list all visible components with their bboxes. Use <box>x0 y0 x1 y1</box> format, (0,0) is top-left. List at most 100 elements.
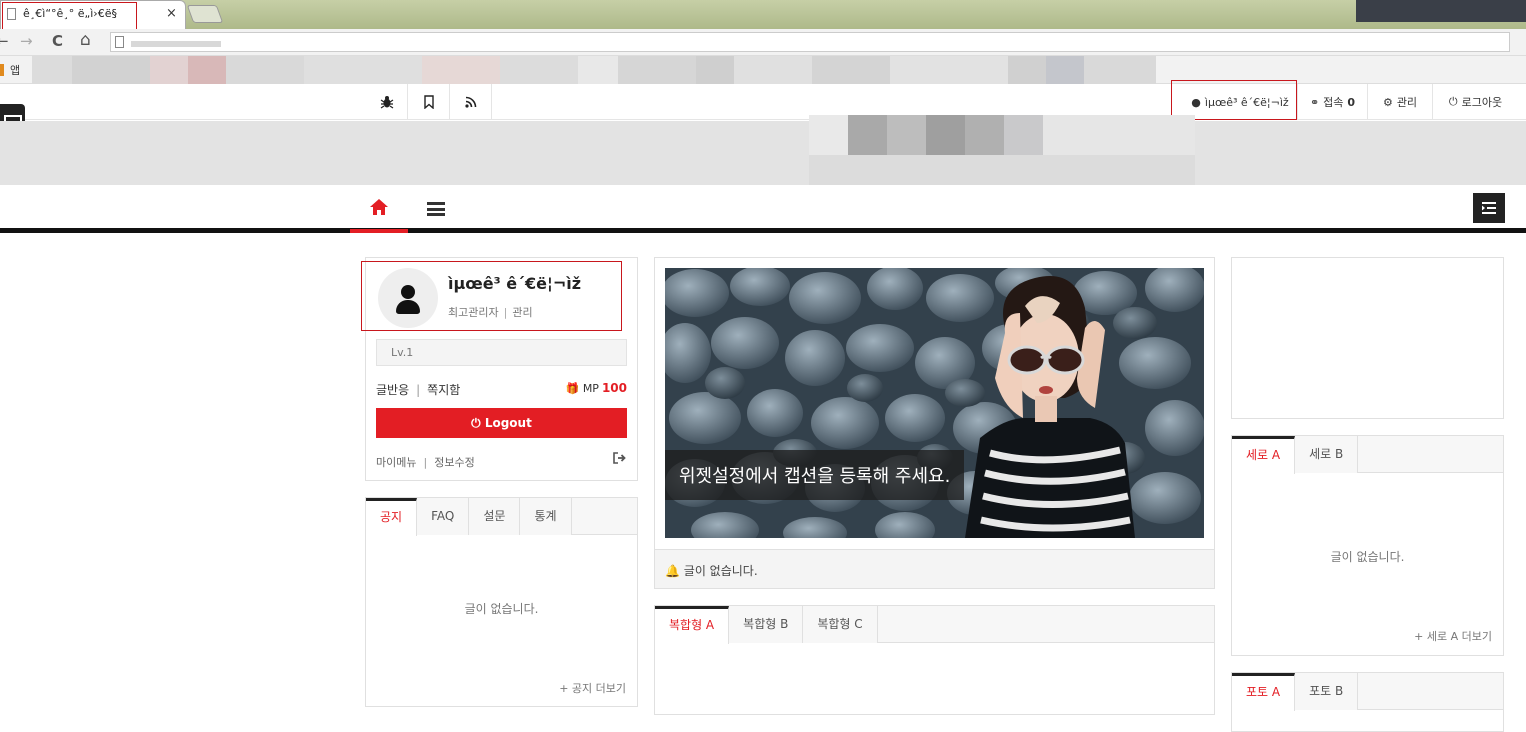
bookmark-redacted[interactable] <box>32 56 72 84</box>
bookmark-redacted[interactable] <box>618 56 696 84</box>
new-tab-button[interactable] <box>186 5 224 23</box>
bookmark-redacted[interactable] <box>72 56 150 84</box>
browser-tab-strip: ê¸€ì“°ê¸° ë„ì›€ë§ × <box>0 0 1526 29</box>
rss-icon[interactable] <box>450 84 492 120</box>
right-empty-widget <box>1231 257 1504 419</box>
tab-survey[interactable]: 설문 <box>469 498 521 535</box>
tab-vertical-b[interactable]: 세로 B <box>1295 436 1359 473</box>
logout-link[interactable]: ⏻ 로그아웃 <box>1432 84 1518 120</box>
profile-name[interactable]: ìµœê³ ê´€ë¦¬ìž <box>448 274 581 293</box>
bell-icon: 🔔 <box>665 564 680 578</box>
bookmark-redacted[interactable] <box>304 56 422 84</box>
bookmark-redacted[interactable] <box>696 56 734 84</box>
bookmarks-bar: 앱 <box>0 56 1526 84</box>
site-utility-bar: ● ìµœê³ ê´€ë¦¬ìž ⚭ 접속 0 ⚙ 관리 ⏻ 로그아웃 <box>0 84 1526 120</box>
apps-label: 앱 <box>10 64 21 77</box>
profile-menu-links: 마이메뉴 | 정보수정 <box>376 456 475 469</box>
admin-link[interactable]: 관리 <box>512 306 532 319</box>
tab-vertical-a[interactable]: 세로 A <box>1232 436 1296 474</box>
connect-count: 0 <box>1347 95 1356 109</box>
gear-icon: ⚙ <box>1382 95 1393 109</box>
forward-icon[interactable]: → <box>20 32 33 50</box>
tab-complex-c[interactable]: 복합형 C <box>803 606 878 643</box>
user-menu-link[interactable]: ● ìµœê³ ê´€ë¦¬ìž <box>1185 84 1295 120</box>
logout-label: 로그아웃 <box>1461 96 1503 109</box>
edit-info-link[interactable]: 정보수정 <box>434 456 474 469</box>
tab-photo-b[interactable]: 포토 B <box>1295 673 1359 710</box>
power-icon: ⏻ <box>1448 95 1458 108</box>
profile-panel: ìµœê³ ê´€ë¦¬ìž 최고관리자 | 관리 Lv.1 글반응 | 쪽지함 🎁 M… <box>365 257 638 481</box>
mp-value: 100 <box>601 381 627 395</box>
bookmark-redacted[interactable] <box>578 56 618 84</box>
notice-tabs: 공지 FAQ 설문 통계 <box>366 498 637 536</box>
bookmark-redacted[interactable] <box>500 56 578 84</box>
user-icon: ● <box>1191 95 1201 109</box>
gift-icon: 🎁 <box>565 382 580 395</box>
address-bar[interactable] <box>110 32 1510 52</box>
bookmark-redacted[interactable] <box>734 56 812 84</box>
bug-icon[interactable] <box>366 84 408 120</box>
bookmark-redacted[interactable] <box>1084 56 1156 84</box>
bookmark-redacted[interactable] <box>1008 56 1046 84</box>
apps-icon <box>0 64 4 76</box>
tab-close-icon[interactable]: × <box>166 6 177 21</box>
header-banner <box>0 121 1526 185</box>
complex-tabs: 복합형 A 복합형 B 복합형 C <box>655 606 1214 644</box>
home-icon[interactable]: ⌂ <box>80 30 91 50</box>
bookmark-icon[interactable] <box>408 84 450 120</box>
vertical-tabs: 세로 A 세로 B <box>1232 436 1503 474</box>
reload-icon[interactable]: C <box>52 32 63 50</box>
vertical-more-link[interactable]: + 세로 A 더보기 <box>1414 628 1492 644</box>
profile-role: 최고관리자 <box>448 306 499 319</box>
admin-link[interactable]: ⚙ 관리 <box>1367 84 1432 120</box>
bookmark-redacted[interactable] <box>890 56 1008 84</box>
tab-faq[interactable]: FAQ <box>417 498 470 535</box>
menu-icon[interactable] <box>412 185 460 233</box>
notice-more-link[interactable]: + 공지 더보기 <box>559 680 626 696</box>
tab-complex-a[interactable]: 복합형 A <box>655 606 730 644</box>
level-bar: Lv.1 <box>376 339 627 366</box>
reply-link[interactable]: 글반응 <box>376 383 409 397</box>
mp-points: 🎁 MP 100 <box>566 381 627 395</box>
notice-widget: 공지 FAQ 설문 통계 글이 없습니다. + 공지 더보기 <box>365 497 638 707</box>
sign-out-icon[interactable] <box>613 452 627 468</box>
bookmark-redacted[interactable] <box>188 56 226 84</box>
sidebar-toggle-icon[interactable] <box>1473 193 1505 223</box>
bookmark-redacted[interactable] <box>150 56 188 84</box>
apps-shortcut[interactable]: 앱 <box>0 62 20 78</box>
tab-notice[interactable]: 공지 <box>366 498 418 536</box>
home-icon[interactable] <box>350 185 408 233</box>
slider-caption: 위젯설정에서 캡션을 등록해 주세요. <box>665 450 965 500</box>
bookmark-redacted[interactable] <box>1046 56 1084 84</box>
vertical-widget: 세로 A 세로 B 글이 없습니다. + 세로 A 더보기 <box>1231 435 1504 656</box>
mp-label: MP <box>582 382 599 395</box>
url-redacted <box>131 41 221 47</box>
memo-link[interactable]: 쪽지함 <box>427 383 460 397</box>
connect-link[interactable]: ⚭ 접속 0 <box>1297 84 1367 120</box>
page-icon <box>115 36 124 48</box>
empty-message: 글이 없습니다. <box>464 602 539 616</box>
link-icon: ⚭ <box>1309 95 1320 109</box>
browser-toolbar: ← → C ⌂ <box>0 29 1526 56</box>
photo-widget: 포토 A 포토 B <box>1231 672 1504 732</box>
tab-stats[interactable]: 통계 <box>520 498 572 535</box>
logout-button[interactable]: ⏻ Logout <box>376 408 627 438</box>
bookmark-redacted[interactable] <box>812 56 890 84</box>
site-logo-redacted[interactable] <box>809 115 1195 193</box>
profile-role-line: 최고관리자 | 관리 <box>448 306 533 319</box>
empty-message: 글이 없습니다. <box>1330 550 1405 564</box>
slider-notice-bar: 🔔 글이 없습니다. <box>655 549 1214 588</box>
tab-complex-b[interactable]: 복합형 B <box>729 606 804 643</box>
tab-highlight-box <box>2 2 137 30</box>
connect-label: 접속 <box>1323 96 1344 109</box>
main-navigation <box>0 185 1526 233</box>
bookmark-redacted[interactable] <box>422 56 500 84</box>
back-icon[interactable]: ← <box>0 32 9 50</box>
slider-image[interactable]: 위젯설정에서 캡션을 등록해 주세요. <box>665 268 1204 538</box>
admin-label: 관리 <box>1396 96 1418 109</box>
my-menu-link[interactable]: 마이메뉴 <box>376 456 416 469</box>
tab-photo-a[interactable]: 포토 A <box>1232 673 1296 711</box>
slider-notice-text: 글이 없습니다. <box>683 564 758 578</box>
bookmark-redacted[interactable] <box>226 56 304 84</box>
avatar[interactable] <box>378 268 438 328</box>
